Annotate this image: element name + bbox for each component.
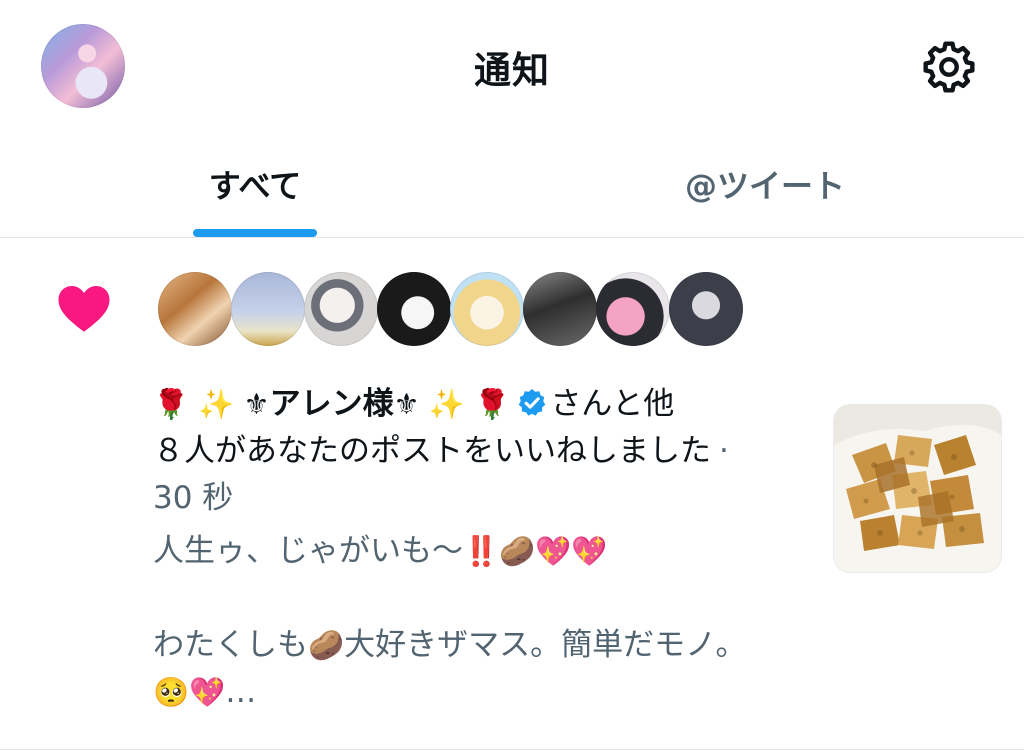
verified-badge-icon <box>518 388 546 416</box>
notification-line-2: ８人があなたのポストをいいねしました · <box>153 428 793 475</box>
liker-name[interactable]: アレン様 <box>270 386 394 422</box>
separator-dot: · <box>719 433 729 469</box>
potato-emoji: 🥔 <box>308 628 345 662</box>
notification-after-name: さんと他 <box>550 386 675 422</box>
liker-avatar[interactable] <box>450 272 524 346</box>
liked-post-preview[interactable]: 人生ゥ、じゃがいも〜‼️🥔💖💖 わたくしも🥔大好きザマス。簡単だモノ。 🥺💖… <box>153 528 793 716</box>
liker-avatar[interactable] <box>523 272 597 346</box>
fried-potatoes-image <box>834 405 1001 572</box>
gear-icon <box>923 41 975 93</box>
active-tab-indicator <box>193 229 317 237</box>
heart-icon <box>58 286 110 332</box>
tab-all[interactable]: すべて <box>150 130 360 237</box>
post-image-thumbnail[interactable] <box>834 405 1001 572</box>
name-decoration-prefix: 🌹 ✨ ⚜ <box>153 387 270 421</box>
post-emoji-1: ‼️🥔💖💖 <box>463 534 608 568</box>
like-notification[interactable]: 🌹 ✨ ⚜アレン様⚜ ✨ 🌹 さんと他 ８人があなたのポストをいいねしました · … <box>0 238 1024 751</box>
post-emoji-4: 🥺💖 <box>153 675 226 709</box>
post-text-1: 人生ゥ、じゃがいも〜 <box>153 533 463 569</box>
liker-avatar[interactable] <box>304 272 378 346</box>
post-line-4: 🥺💖… <box>153 669 793 716</box>
notification-text: 🌹 ✨ ⚜アレン様⚜ ✨ 🌹 さんと他 ８人があなたのポストをいいねしました · … <box>153 381 793 522</box>
post-text-3a: わたくしも <box>153 627 308 663</box>
liker-avatar[interactable] <box>669 272 743 346</box>
tab-mentions[interactable]: @ツイート <box>620 130 910 237</box>
notification-tabs: すべて @ツイート <box>0 130 1024 238</box>
bottom-divider <box>0 749 1024 750</box>
top-bar: 通知 <box>0 0 1024 130</box>
name-decoration-suffix: ⚜ ✨ 🌹 <box>393 387 511 421</box>
page-title: 通知 <box>474 49 550 92</box>
notifications-screen: 通知 すべて @ツイート 🌹 ✨ ⚜アレン様⚜ ✨ 🌹 さんと他 ８人があなたの… <box>0 0 1024 751</box>
liker-avatar[interactable] <box>158 272 232 346</box>
post-line-1: 人生ゥ、じゃがいも〜‼️🥔💖💖 <box>153 528 793 575</box>
notification-line-1: 🌹 ✨ ⚜アレン様⚜ ✨ 🌹 さんと他 <box>153 381 793 428</box>
notification-summary: ８人があなたのポストをいいねしました <box>153 433 711 469</box>
post-line-3: わたくしも🥔大好きザマス。簡単だモノ。 <box>153 622 793 669</box>
notification-time: 30 秒 <box>153 480 234 516</box>
post-ellipsis: … <box>225 674 257 710</box>
post-text-3b: 大好きザマス。簡単だモノ。 <box>344 627 747 663</box>
liker-avatar[interactable] <box>231 272 305 346</box>
liker-avatar[interactable] <box>377 272 451 346</box>
settings-button[interactable] <box>918 36 980 98</box>
liker-avatar[interactable] <box>596 272 670 346</box>
